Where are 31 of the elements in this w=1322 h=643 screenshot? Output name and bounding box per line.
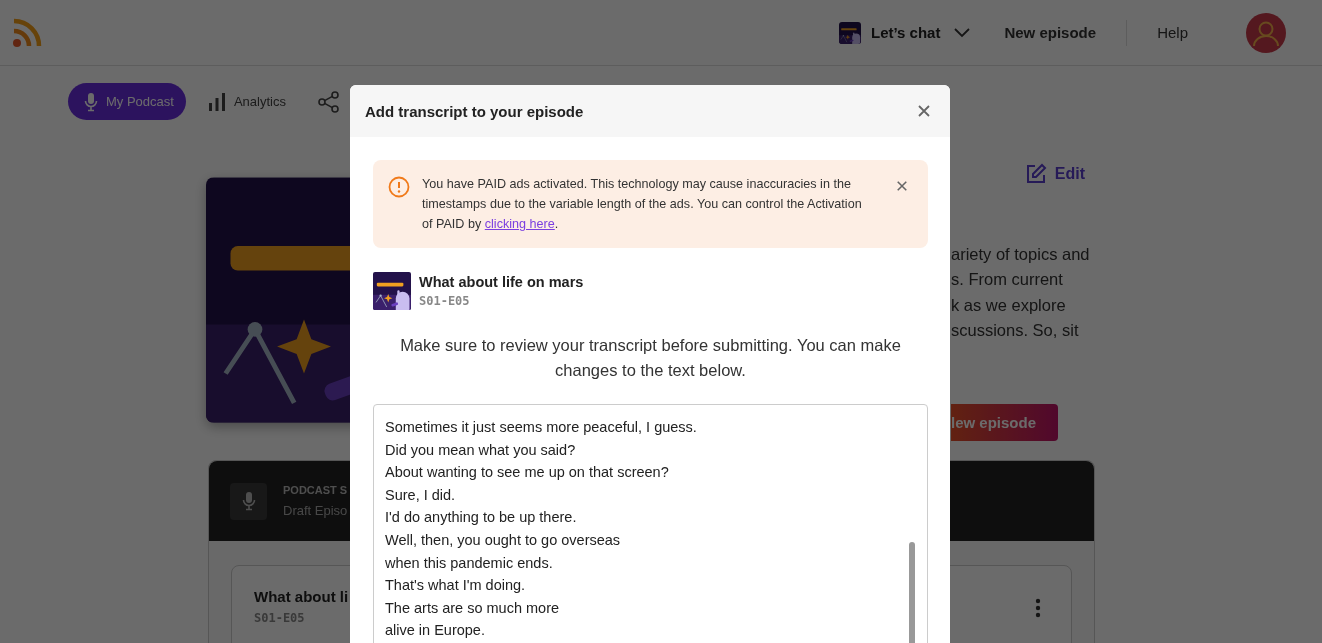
avatar-icon[interactable] (1246, 12, 1286, 53)
clicking-here-link[interactable]: clicking here (484, 217, 555, 231)
description-text: s. From current (951, 269, 1064, 291)
more-options-icon[interactable] (1035, 598, 1041, 619)
podcast-name[interactable]: Let’s chat (870, 24, 941, 41)
panel-heading: PODCAST S (283, 484, 348, 497)
close-icon[interactable] (917, 104, 931, 118)
edit-link[interactable]: Edit (1024, 163, 1085, 185)
instructions-text: Make sure to review your transcript before submitting. You can make changes to the text below. (399, 335, 902, 381)
microphone-icon (84, 91, 98, 112)
dialog-title: Add transcript to your episode (365, 102, 584, 120)
chevron-down-icon[interactable] (954, 27, 971, 38)
bar-chart-icon (207, 92, 226, 111)
description-text: ariety of topics and (951, 244, 1090, 265)
new-episode-button[interactable]: lew episode (951, 404, 1058, 442)
episode-title: What about life on mars (419, 274, 584, 290)
alert-message: You have PAID ads activated. This technology may cause inaccuracies in the timestamps due to the variable length of the ads. You can control the Activation of PAID by clicking here. (422, 176, 863, 233)
nav-tab[interactable]: My Podcast (68, 83, 186, 120)
help-link[interactable]: Help (1157, 24, 1188, 41)
nav-tab[interactable]: Analytics (205, 83, 298, 120)
rss-logo-icon[interactable] (12, 17, 42, 48)
episode-title: What about li (254, 588, 349, 606)
close-icon[interactable] (896, 180, 908, 192)
podcast-switcher[interactable]: Let’s chat (838, 21, 971, 44)
share-icon[interactable] (317, 90, 340, 113)
description-text: k as we explore (951, 294, 1067, 316)
edit-icon (1024, 163, 1047, 185)
description-text: scussions. So, sit (951, 319, 1080, 341)
microphone-icon (230, 482, 267, 520)
panel-subheading: Draft Episo (283, 503, 348, 519)
new-episode-link[interactable]: New episode (1004, 24, 1097, 41)
